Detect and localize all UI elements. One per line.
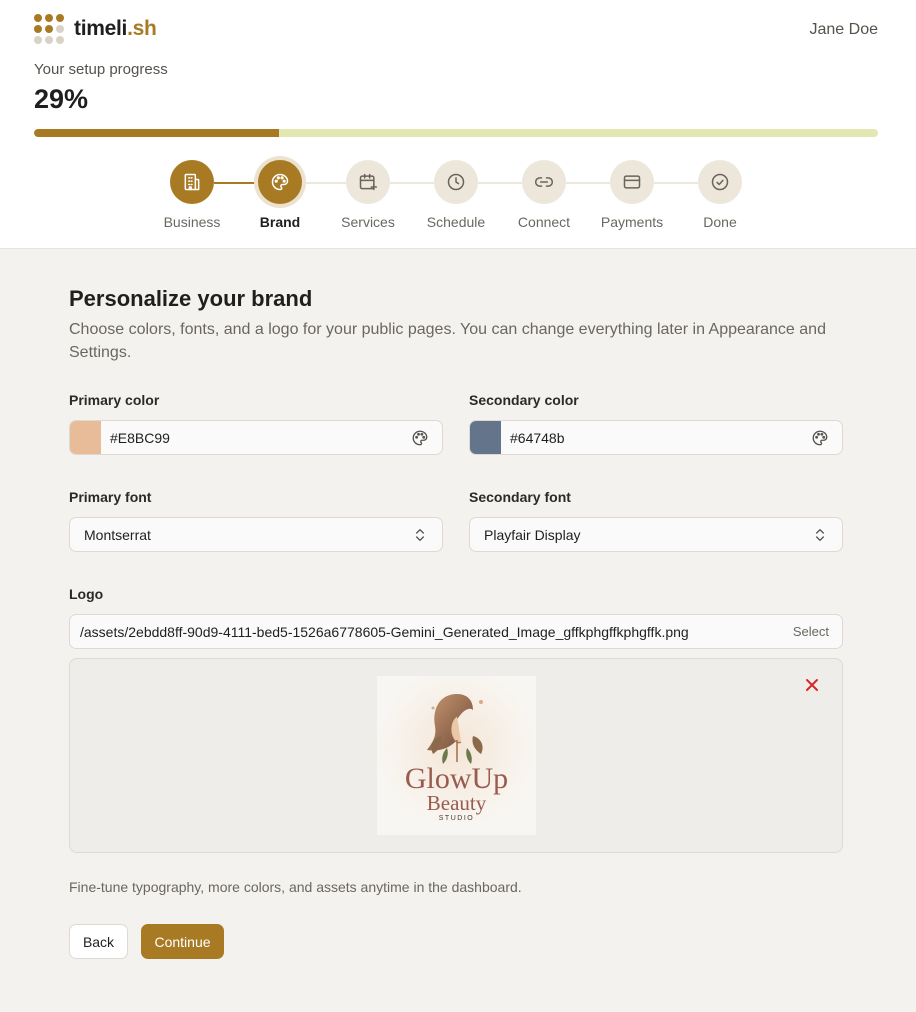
glowup-logo-illustration: GlowUp Beauty STUDIO bbox=[377, 676, 536, 835]
logo-text-line-3: STUDIO bbox=[439, 815, 474, 822]
chevron-up-down-icon bbox=[816, 528, 824, 541]
setup-stepper: Business Brand Services Schedule Connect bbox=[148, 160, 764, 240]
logo-preview: GlowUp Beauty STUDIO bbox=[69, 658, 843, 853]
credit-card-icon bbox=[623, 175, 641, 189]
primary-font-label: Primary font bbox=[69, 489, 152, 505]
secondary-font-label: Secondary font bbox=[469, 489, 571, 505]
step-label: Done bbox=[703, 214, 737, 230]
step-circle bbox=[346, 160, 390, 204]
step-payments[interactable]: Payments bbox=[588, 160, 676, 230]
check-circle-icon bbox=[711, 173, 729, 191]
step-business[interactable]: Business bbox=[148, 160, 236, 230]
progress-bar-fill bbox=[34, 129, 279, 137]
logo-label: Logo bbox=[69, 586, 104, 602]
remove-logo-icon[interactable] bbox=[804, 677, 820, 693]
primary-color-label: Primary color bbox=[69, 392, 160, 408]
user-name[interactable]: Jane Doe bbox=[810, 21, 879, 39]
primary-color-field[interactable]: #E8BC99 bbox=[69, 420, 443, 455]
step-circle bbox=[522, 160, 566, 204]
dashboard-hint: Fine-tune typography, more colors, and a… bbox=[69, 879, 522, 895]
step-circle bbox=[610, 160, 654, 204]
step-connect[interactable]: Connect bbox=[500, 160, 588, 230]
step-label: Business bbox=[163, 214, 221, 230]
building-icon bbox=[184, 173, 200, 191]
primary-color-swatch[interactable] bbox=[70, 421, 101, 454]
step-circle bbox=[170, 160, 214, 204]
secondary-font-select[interactable]: Playfair Display bbox=[469, 517, 843, 552]
page-title: Personalize your brand bbox=[69, 286, 313, 311]
step-circle bbox=[434, 160, 478, 204]
palette-icon bbox=[271, 173, 289, 191]
logo-mark-icon bbox=[34, 14, 64, 44]
logo-text-line-2: Beauty bbox=[427, 791, 487, 815]
setup-header: timeli.sh Jane Doe Your setup progress 2… bbox=[0, 0, 916, 249]
step-circle bbox=[258, 160, 302, 204]
progress-label: Your setup progress bbox=[34, 61, 168, 78]
link-icon bbox=[534, 177, 554, 187]
secondary-color-label: Secondary color bbox=[469, 392, 579, 408]
logo-text: timeli.sh bbox=[74, 17, 157, 40]
page-subtitle: Choose colors, fonts, and a logo for you… bbox=[69, 321, 826, 361]
step-circle bbox=[698, 160, 742, 204]
secondary-font-value: Playfair Display bbox=[484, 526, 581, 543]
step-done[interactable]: Done bbox=[676, 160, 764, 230]
continue-button[interactable]: Continue bbox=[141, 924, 224, 959]
step-services[interactable]: Services bbox=[324, 160, 412, 230]
palette-icon[interactable] bbox=[410, 428, 430, 448]
calendar-plus-icon bbox=[359, 173, 378, 191]
secondary-color-swatch[interactable] bbox=[470, 421, 501, 454]
app-logo[interactable]: timeli.sh bbox=[34, 14, 157, 44]
primary-color-value[interactable]: #E8BC99 bbox=[110, 430, 410, 446]
primary-font-value: Montserrat bbox=[84, 526, 151, 543]
palette-icon[interactable] bbox=[810, 428, 830, 448]
step-label: Connect bbox=[517, 214, 571, 230]
progress-value: 29% bbox=[34, 84, 89, 114]
logo-path-field[interactable]: /assets/2ebdd8ff-90d9-4111-bed5-1526a677… bbox=[69, 614, 843, 649]
step-label: Services bbox=[341, 214, 395, 230]
progress-bar bbox=[34, 129, 878, 137]
secondary-color-value[interactable]: #64748b bbox=[510, 430, 810, 446]
chevron-up-down-icon bbox=[416, 528, 424, 541]
brand-form-intro: Personalize your brand Choose colors, fo… bbox=[69, 286, 843, 364]
logo-preview-image: GlowUp Beauty STUDIO bbox=[377, 676, 536, 835]
step-schedule[interactable]: Schedule bbox=[412, 160, 500, 230]
step-brand[interactable]: Brand bbox=[236, 160, 324, 230]
step-label: Brand bbox=[259, 214, 301, 230]
clock-icon bbox=[447, 173, 465, 191]
primary-font-select[interactable]: Montserrat bbox=[69, 517, 443, 552]
step-label: Payments bbox=[600, 214, 664, 230]
logo-select-button[interactable]: Select bbox=[793, 624, 829, 639]
back-button[interactable]: Back bbox=[69, 924, 128, 959]
logo-path-value[interactable]: /assets/2ebdd8ff-90d9-4111-bed5-1526a677… bbox=[80, 624, 793, 640]
step-label: Schedule bbox=[426, 214, 486, 230]
secondary-color-field[interactable]: #64748b bbox=[469, 420, 843, 455]
